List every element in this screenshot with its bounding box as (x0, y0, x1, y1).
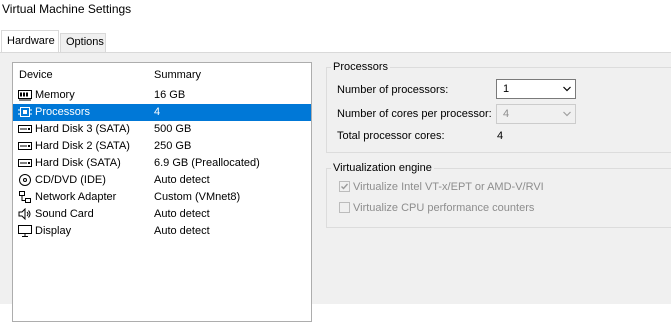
cores-per-processor-label: Number of cores per processor: (337, 108, 492, 120)
display-icon (18, 225, 32, 237)
device-summary: Auto detect (154, 208, 210, 220)
chevron-down-icon (563, 86, 571, 92)
processors-group-label: Processors (331, 61, 391, 73)
virtualize-vtx-checkbox[interactable] (339, 181, 350, 192)
device-summary: Custom (VMnet8) (154, 191, 241, 203)
device-summary: 500 GB (154, 123, 192, 135)
device-row-display[interactable]: Display Auto detect (13, 223, 311, 240)
cores-per-processor-select[interactable]: 4 (496, 104, 576, 124)
device-summary: 250 GB (154, 140, 192, 152)
cores-per-processor-value: 4 (503, 108, 510, 120)
device-name: CD/DVD (IDE) (35, 174, 106, 186)
device-row-memory[interactable]: Memory 16 GB (13, 87, 311, 104)
device-name: Hard Disk (SATA) (35, 157, 121, 169)
device-name: Sound Card (35, 208, 94, 220)
device-name: Hard Disk 3 (SATA) (35, 123, 130, 135)
device-summary: 4 (154, 106, 161, 118)
virtualize-perf-counters-label: Virtualize CPU performance counters (353, 202, 535, 214)
sound-card-icon (18, 208, 31, 220)
device-name: Processors (35, 106, 91, 118)
memory-icon (18, 90, 32, 101)
device-column-header[interactable]: Device (19, 69, 53, 81)
num-processors-label: Number of processors: (337, 84, 449, 96)
device-list-header: Device Summary (13, 63, 311, 85)
tab-hardware[interactable]: Hardware (1, 30, 59, 52)
device-row-hard-disk-3[interactable]: Hard Disk 3 (SATA) 500 GB (13, 121, 311, 138)
num-processors-select[interactable]: 1 (496, 79, 576, 99)
tab-hardware-label: Hardware (7, 35, 55, 47)
hard-disk-icon (18, 125, 32, 133)
device-summary: Auto detect (154, 174, 210, 186)
device-summary: 6.9 GB (Preallocated) (154, 157, 260, 169)
device-name: Display (35, 225, 72, 237)
window-title: Virtual Machine Settings (2, 2, 132, 16)
hard-disk-icon (18, 159, 32, 167)
device-row-network-adapter[interactable]: Network Adapter Custom (VMnet8) (13, 189, 311, 206)
device-row-hard-disk-2[interactable]: Hard Disk 2 (SATA) 250 GB (13, 138, 311, 155)
device-summary: 16 GB (154, 89, 186, 101)
device-name: Memory (35, 89, 75, 101)
tab-options[interactable]: Options (60, 33, 106, 52)
device-row-cd-dvd[interactable]: CD/DVD (IDE) Auto detect (13, 172, 311, 189)
device-list[interactable]: Device Summary Memory 16 GB Processors 4… (12, 62, 312, 322)
virtualization-engine-group (326, 168, 671, 228)
device-name: Network Adapter (35, 191, 117, 203)
tab-bar: Hardware Options (0, 30, 671, 53)
network-adapter-icon (19, 191, 31, 203)
virtualize-vtx-label: Virtualize Intel VT-x/EPT or AMD-V/RVI (353, 181, 544, 193)
virtualization-engine-group-label: Virtualization engine (331, 162, 434, 174)
device-summary: Auto detect (154, 225, 210, 237)
device-row-processors[interactable]: Processors 4 (13, 104, 311, 121)
total-cores-label: Total processor cores: (337, 130, 445, 142)
device-row-hard-disk[interactable]: Hard Disk (SATA) 6.9 GB (Preallocated) (13, 155, 311, 172)
summary-column-header[interactable]: Summary (154, 69, 201, 81)
hard-disk-icon (18, 142, 32, 150)
num-processors-value: 1 (503, 83, 510, 95)
processor-icon (18, 107, 32, 117)
chevron-down-icon (563, 111, 571, 117)
device-name: Hard Disk 2 (SATA) (35, 140, 130, 152)
virtualize-perf-counters-checkbox[interactable] (339, 202, 350, 213)
tab-options-label: Options (66, 36, 104, 48)
total-cores-value: 4 (497, 130, 504, 142)
checkmark-icon (341, 183, 349, 190)
device-row-sound-card[interactable]: Sound Card Auto detect (13, 206, 311, 223)
cd-dvd-icon (19, 174, 31, 186)
